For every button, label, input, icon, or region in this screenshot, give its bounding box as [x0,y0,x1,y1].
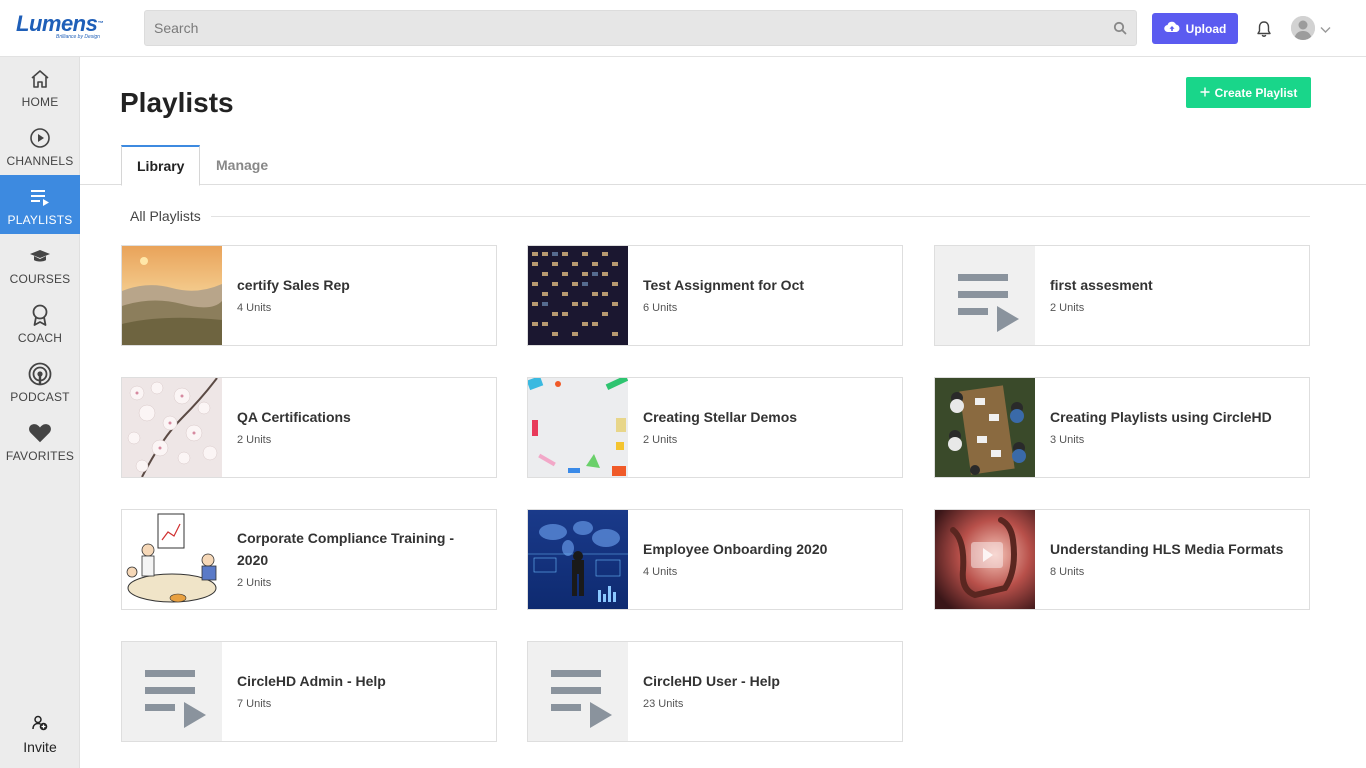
sidebar-item-label: COURSES [9,272,71,286]
playlist-title: Corporate Compliance Training - 2020 [237,530,455,568]
playlist-units: 2 Units [237,434,272,446]
playlist-card[interactable]: Creating Playlists using CircleHD 3 Unit… [934,377,1310,478]
sidebar-item-label: FAVORITES [5,449,75,463]
playlist-title: Understanding HLS Media Formats [1050,541,1284,557]
playlist-card[interactable]: Creating Stellar Demos 2 Units [527,377,903,478]
sidebar-item-coach[interactable]: COACH [0,293,80,352]
main-content: Playlists Create Playlist Library Manage… [80,57,1366,768]
tab-bar: Library Manage [80,145,1366,186]
page-title: Playlists [120,87,234,118]
playlist-title: Test Assignment for Oct [643,277,805,293]
playlist-placeholder-icon [935,246,1035,345]
playlist-thumbnail [528,378,628,477]
sidebar: HOME CHANNELS PLAYLISTS COURSES COACH PO… [0,57,80,768]
playlist-thumbnail [528,510,628,609]
playlist-title: certify Sales Rep [237,277,350,293]
playlist-units: 4 Units [643,566,678,578]
playlist-card[interactable]: CircleHD User - Help 23 Units [527,641,903,742]
playlist-thumbnail [935,378,1035,477]
playlist-units: 2 Units [237,577,272,589]
upload-label: Upload [1185,21,1227,36]
section-divider [130,216,1310,217]
sidebar-item-label: PODCAST [10,390,70,404]
sidebar-item-home[interactable]: HOME [0,57,80,116]
sidebar-item-playlists[interactable]: PLAYLISTS [0,175,80,234]
playlist-units: 4 Units [237,302,272,314]
logo-tagline: Brilliance by Design [56,34,100,40]
playlist-title: Creating Playlists using CircleHD [1050,409,1272,425]
search-bar [144,10,1137,46]
tab-manage[interactable]: Manage [201,145,283,185]
playlist-title: Creating Stellar Demos [643,409,798,425]
playlist-card[interactable]: Understanding HLS Media Formats 8 Units [934,509,1310,610]
sidebar-item-label: HOME [21,95,59,109]
graduation-cap-icon [28,244,52,268]
playlist-thumbnail [122,246,222,345]
create-playlist-button[interactable]: Create Playlist [1186,77,1311,108]
podcast-icon [28,362,52,386]
section-title: All Playlists [130,208,211,224]
chevron-down-icon[interactable] [1320,21,1331,33]
playlist-units: 2 Units [1050,302,1085,314]
logo-wordmark: Lumens [16,11,98,36]
tab-library[interactable]: Library [121,145,201,186]
sidebar-item-favorites[interactable]: FAVORITES [0,411,80,470]
playlist-title: first assesment [1050,277,1153,293]
playlist-card[interactable]: Corporate Compliance Training - 2020 2 U… [121,509,497,610]
sidebar-item-label: CHANNELS [6,154,74,168]
playlist-title: CircleHD Admin - Help [237,673,386,689]
plus-icon [1200,86,1210,100]
playlist-icon [28,185,52,209]
award-ribbon-icon [28,303,52,327]
notification-bell-icon[interactable] [1256,20,1272,38]
top-bar: Lumens™ Brilliance by Design Upload [0,0,1366,57]
avatar[interactable] [1291,16,1315,40]
play-circle-icon [28,126,52,150]
logo-trademark: ™ [97,21,103,27]
heart-icon [28,421,52,445]
playlist-units: 7 Units [237,698,272,710]
invite-label: Invite [23,739,57,755]
sidebar-item-courses[interactable]: COURSES [0,234,80,293]
playlist-card[interactable]: certify Sales Rep 4 Units [121,245,497,346]
home-icon [28,67,52,91]
playlist-title: QA Certifications [237,409,351,425]
search-icon[interactable] [1113,21,1127,35]
playlist-card[interactable]: first assesment 2 Units [934,245,1310,346]
playlist-units: 6 Units [643,302,678,314]
sidebar-item-label: COACH [17,331,63,345]
sidebar-item-podcast[interactable]: PODCAST [0,352,80,411]
playlist-units: 8 Units [1050,566,1085,578]
playlist-thumbnail [528,246,628,345]
playlist-card[interactable]: CircleHD Admin - Help 7 Units [121,641,497,742]
playlist-units: 3 Units [1050,434,1085,446]
playlist-units: 2 Units [643,434,678,446]
playlist-thumbnail [122,510,222,609]
lumens-logo[interactable]: Lumens™ Brilliance by Design [16,13,116,43]
playlist-thumbnail [935,510,1035,609]
playlist-title: CircleHD User - Help [643,673,780,689]
invite-button[interactable]: Invite [0,715,80,765]
add-user-icon [32,715,48,736]
playlist-card[interactable]: Employee Onboarding 2020 4 Units [527,509,903,610]
create-playlist-label: Create Playlist [1214,85,1298,100]
playlist-card[interactable]: QA Certifications 2 Units [121,377,497,478]
playlist-thumbnail [122,378,222,477]
playlist-title: Employee Onboarding 2020 [643,541,828,557]
playlist-placeholder-icon [528,642,628,741]
sidebar-item-label: PLAYLISTS [7,213,73,227]
sidebar-item-channels[interactable]: CHANNELS [0,116,80,175]
playlist-card[interactable]: Test Assignment for Oct 6 Units [527,245,903,346]
playlist-placeholder-icon [122,642,222,741]
cloud-upload-icon [1163,21,1180,36]
search-input[interactable] [145,11,1085,45]
playlist-units: 23 Units [643,698,684,710]
upload-button[interactable]: Upload [1152,13,1238,44]
